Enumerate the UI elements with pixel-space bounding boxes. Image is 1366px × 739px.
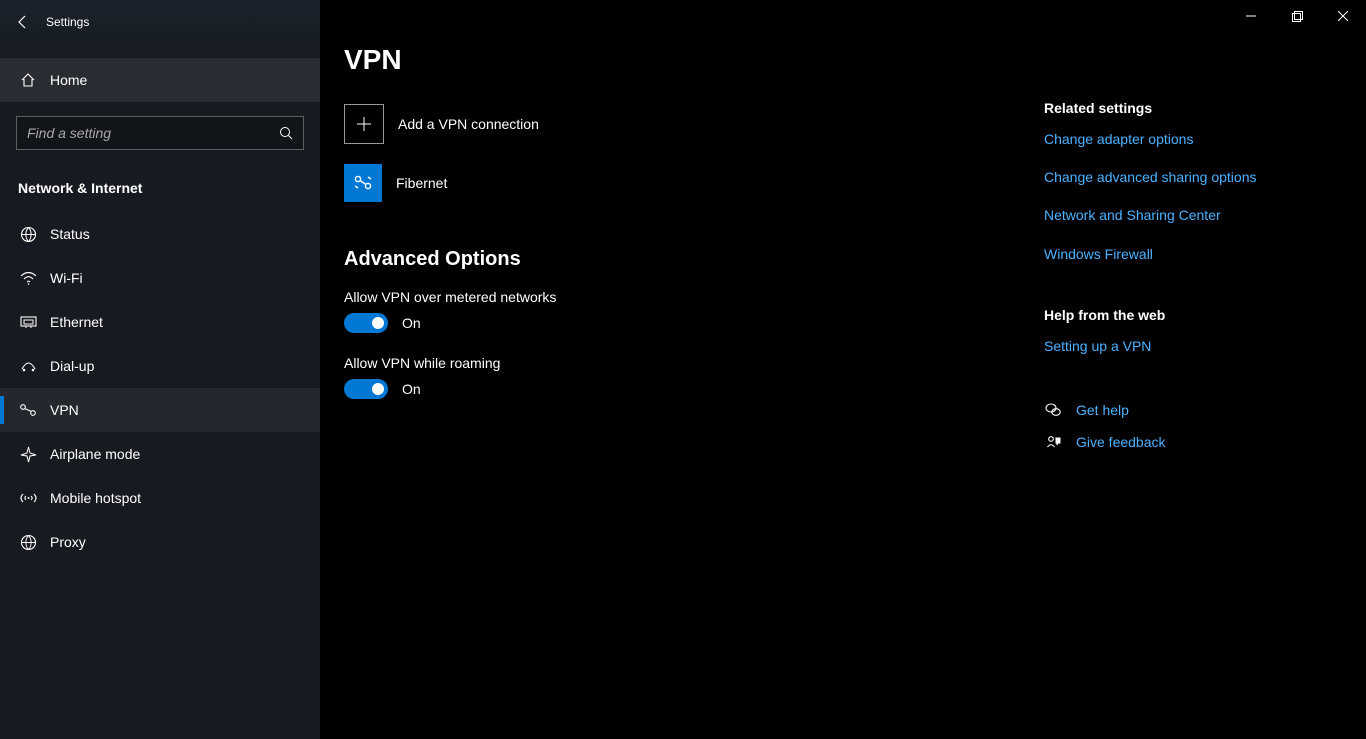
search-icon bbox=[277, 124, 295, 142]
feedback-icon bbox=[1044, 435, 1062, 450]
sidebar-item-proxy[interactable]: Proxy bbox=[0, 520, 320, 564]
link-change-adapter[interactable]: Change adapter options bbox=[1044, 130, 1304, 148]
home-label: Home bbox=[50, 72, 87, 88]
proxy-icon bbox=[18, 534, 38, 551]
link-advanced-sharing[interactable]: Change advanced sharing options bbox=[1044, 168, 1304, 186]
wifi-icon bbox=[18, 271, 38, 286]
window-controls bbox=[1228, 0, 1366, 32]
sidebar-item-label: Wi-Fi bbox=[50, 270, 83, 286]
minimize-button[interactable] bbox=[1228, 0, 1274, 32]
sidebar-item-airplane[interactable]: Airplane mode bbox=[0, 432, 320, 476]
status-icon bbox=[18, 226, 38, 243]
help-web-heading: Help from the web bbox=[1044, 307, 1304, 323]
sidebar-item-dialup[interactable]: Dial-up bbox=[0, 344, 320, 388]
sidebar: Settings Home Network & Internet Status bbox=[0, 0, 320, 739]
get-help-icon bbox=[1044, 403, 1062, 417]
page-title: VPN bbox=[344, 44, 1024, 76]
vpn-connection-icon bbox=[344, 164, 382, 202]
main-content: VPN Add a VPN connection Fibernet Advanc… bbox=[320, 0, 1366, 739]
vpn-connection-name: Fibernet bbox=[396, 175, 447, 191]
home-icon bbox=[18, 72, 38, 88]
link-get-help[interactable]: Get help bbox=[1076, 401, 1129, 419]
roaming-toggle[interactable] bbox=[344, 379, 388, 399]
sidebar-item-label: Airplane mode bbox=[50, 446, 140, 462]
sidebar-item-label: Proxy bbox=[50, 534, 86, 550]
search-input[interactable] bbox=[16, 116, 304, 150]
metered-toggle[interactable] bbox=[344, 313, 388, 333]
airplane-icon bbox=[18, 446, 38, 463]
sidebar-item-wifi[interactable]: Wi-Fi bbox=[0, 256, 320, 300]
sidebar-item-label: VPN bbox=[50, 402, 79, 418]
link-network-sharing-center[interactable]: Network and Sharing Center bbox=[1044, 206, 1304, 224]
close-button[interactable] bbox=[1320, 0, 1366, 32]
advanced-options-heading: Advanced Options bbox=[344, 248, 1024, 271]
search-field[interactable] bbox=[25, 124, 277, 142]
related-settings-heading: Related settings bbox=[1044, 100, 1304, 116]
add-vpn-button[interactable]: Add a VPN connection bbox=[344, 104, 1024, 144]
sidebar-item-vpn[interactable]: VPN bbox=[0, 388, 320, 432]
ethernet-icon bbox=[18, 315, 38, 329]
sidebar-header: Settings bbox=[0, 0, 320, 44]
roaming-toggle-state: On bbox=[402, 381, 421, 397]
maximize-button[interactable] bbox=[1274, 0, 1320, 32]
sidebar-item-label: Dial-up bbox=[50, 358, 94, 374]
sidebar-section-label: Network & Internet bbox=[18, 180, 320, 196]
dialup-icon bbox=[18, 359, 38, 373]
vpn-connection-item[interactable]: Fibernet bbox=[344, 164, 1024, 202]
metered-option-label: Allow VPN over metered networks bbox=[344, 289, 1024, 305]
add-vpn-label: Add a VPN connection bbox=[398, 116, 539, 132]
right-rail: Related settings Change adapter options … bbox=[1044, 44, 1324, 739]
metered-toggle-state: On bbox=[402, 315, 421, 331]
sidebar-item-label: Ethernet bbox=[50, 314, 103, 330]
sidebar-item-hotspot[interactable]: Mobile hotspot bbox=[0, 476, 320, 520]
sidebar-item-status[interactable]: Status bbox=[0, 212, 320, 256]
sidebar-item-ethernet[interactable]: Ethernet bbox=[0, 300, 320, 344]
link-give-feedback[interactable]: Give feedback bbox=[1076, 433, 1166, 451]
link-windows-firewall[interactable]: Windows Firewall bbox=[1044, 245, 1304, 263]
sidebar-item-home[interactable]: Home bbox=[0, 58, 320, 102]
sidebar-item-label: Mobile hotspot bbox=[50, 490, 141, 506]
plus-icon bbox=[344, 104, 384, 144]
sidebar-item-label: Status bbox=[50, 226, 90, 242]
roaming-option-label: Allow VPN while roaming bbox=[344, 355, 1024, 371]
vpn-icon bbox=[18, 403, 38, 417]
back-button[interactable] bbox=[0, 0, 46, 44]
app-title: Settings bbox=[46, 15, 89, 29]
hotspot-icon bbox=[18, 491, 38, 505]
link-setting-up-vpn[interactable]: Setting up a VPN bbox=[1044, 337, 1304, 355]
